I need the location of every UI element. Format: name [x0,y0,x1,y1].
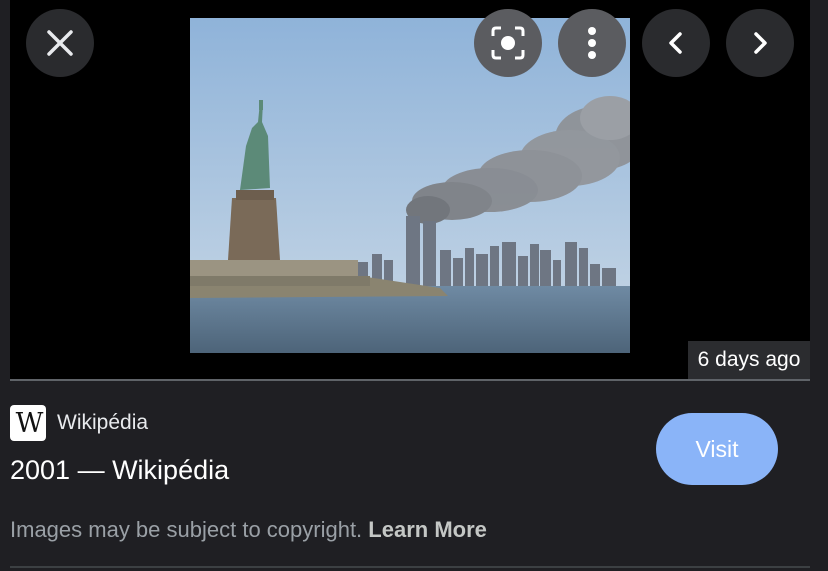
visit-button[interactable]: Visit [656,413,778,485]
result-title[interactable]: 2001 — Wikipédia [10,455,229,486]
lens-icon [491,26,525,60]
previous-button[interactable] [642,9,710,77]
lens-button[interactable] [474,9,542,77]
copyright-notice: Images may be subject to copyright. Lear… [10,517,487,543]
close-icon [47,30,73,56]
divider [10,566,810,568]
learn-more-link[interactable]: Learn More [368,517,487,542]
divider [10,379,810,381]
copyright-text: Images may be subject to copyright. [10,517,369,542]
close-button[interactable] [26,9,94,77]
next-button[interactable] [726,9,794,77]
more-vert-icon [588,27,596,59]
wikipedia-logo-icon: W [10,405,46,441]
more-options-button[interactable] [558,9,626,77]
preview-image[interactable] [190,18,630,353]
chevron-right-icon [754,32,767,54]
timestamp-badge: 6 days ago [688,341,810,379]
chevron-left-icon [669,32,682,54]
source-row[interactable]: W Wikipédia [10,405,148,441]
source-name: Wikipédia [57,411,149,434]
